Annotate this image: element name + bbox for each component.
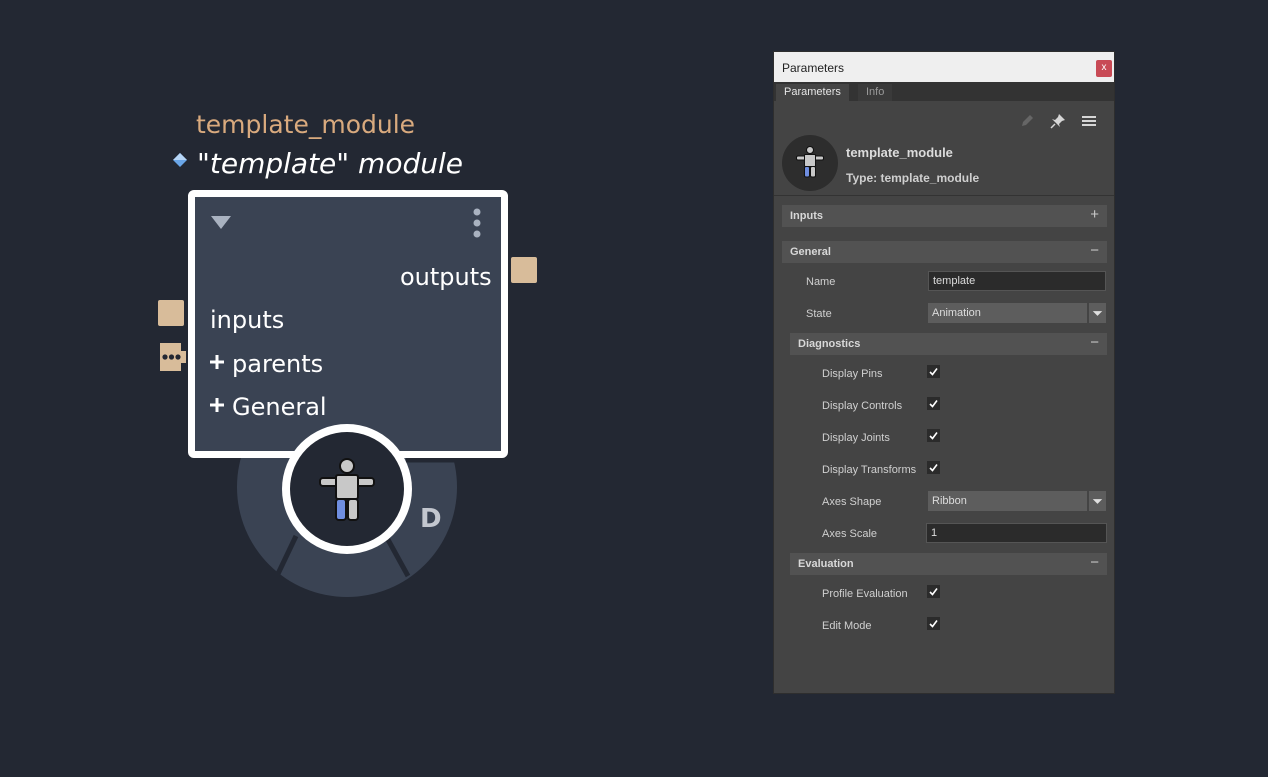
divider <box>774 195 1114 196</box>
state-select[interactable]: Animation <box>928 303 1087 323</box>
section-diagnostics[interactable]: Diagnostics − <box>790 333 1107 355</box>
parents-label: parents <box>232 350 324 378</box>
section-general-label: General <box>790 246 831 258</box>
collapse-icon[interactable]: − <box>1090 554 1099 571</box>
axes-scale-field[interactable] <box>926 523 1107 543</box>
general-label: General <box>232 393 327 421</box>
plus-icon[interactable] <box>210 355 224 369</box>
module-type: Type: template_module <box>846 171 980 185</box>
input-port[interactable] <box>158 300 184 326</box>
pencil-icon[interactable] <box>1019 113 1035 129</box>
chevron-down-icon[interactable] <box>1088 303 1106 323</box>
section-evaluation-label: Evaluation <box>798 558 854 570</box>
collapse-triangle-icon[interactable] <box>210 214 232 230</box>
module-avatar-small <box>782 135 838 191</box>
parents-row[interactable]: parents <box>210 350 323 378</box>
display-controls-checkbox[interactable] <box>927 397 940 410</box>
diamond-icon <box>173 153 187 167</box>
display-pins-checkbox[interactable] <box>927 365 940 378</box>
chevron-down-icon[interactable] <box>1088 491 1106 511</box>
tab-info[interactable]: Info <box>858 84 893 101</box>
tab-parameters[interactable]: Parameters <box>776 84 849 101</box>
axes-shape-label: Axes Shape <box>822 496 882 508</box>
tab-bar: Parameters Info <box>774 82 1114 101</box>
outputs-label: outputs <box>400 263 492 291</box>
profile-evaluation-checkbox[interactable] <box>927 585 940 598</box>
name-field[interactable] <box>928 271 1106 291</box>
module-node[interactable]: outputs inputs parents General <box>188 190 508 458</box>
module-name: template_module <box>846 145 953 160</box>
profile-evaluation-label: Profile Evaluation <box>822 588 908 600</box>
hamburger-menu-icon[interactable] <box>1081 113 1097 129</box>
section-inputs[interactable]: Inputs + <box>782 205 1107 227</box>
general-row[interactable]: General <box>210 393 327 421</box>
display-transforms-checkbox[interactable] <box>927 461 940 474</box>
collapse-icon[interactable]: − <box>1090 242 1099 259</box>
display-joints-checkbox[interactable] <box>927 429 940 442</box>
node-name: template_module <box>196 110 416 139</box>
display-controls-label: Display Controls <box>822 400 903 412</box>
state-label: State <box>806 308 832 320</box>
edit-mode-checkbox[interactable] <box>927 617 940 630</box>
axes-shape-select[interactable]: Ribbon <box>928 491 1087 511</box>
panel-titlebar[interactable]: Parameters x <box>774 52 1114 82</box>
axes-scale-label: Axes Scale <box>822 528 878 540</box>
module-avatar[interactable] <box>282 424 412 554</box>
name-label: Name <box>806 276 836 288</box>
person-icon <box>796 146 824 178</box>
pin-icon[interactable] <box>1050 113 1066 129</box>
section-inputs-label: Inputs <box>790 210 823 222</box>
section-evaluation[interactable]: Evaluation − <box>790 553 1107 575</box>
close-button[interactable]: x <box>1096 60 1112 77</box>
display-pins-label: Display Pins <box>822 368 883 380</box>
section-general[interactable]: General − <box>782 241 1107 263</box>
parameters-panel: Parameters x Parameters Info template_mo… <box>773 51 1115 694</box>
parents-port-icon[interactable] <box>158 342 186 372</box>
output-port[interactable] <box>511 257 537 283</box>
inputs-label: inputs <box>210 306 285 334</box>
badge-d[interactable]: D <box>420 504 442 534</box>
collapse-icon[interactable]: − <box>1090 334 1099 351</box>
person-icon <box>319 458 375 521</box>
display-transforms-label: Display Transforms <box>822 464 917 476</box>
edit-mode-label: Edit Mode <box>822 620 872 632</box>
display-joints-label: Display Joints <box>822 432 890 444</box>
menu-dots-icon[interactable] <box>472 208 482 238</box>
plus-icon[interactable] <box>210 398 224 412</box>
section-diagnostics-label: Diagnostics <box>798 338 861 350</box>
panel-title: Parameters <box>782 61 845 75</box>
node-title: "template" module <box>197 147 463 180</box>
expand-icon[interactable]: + <box>1090 206 1099 223</box>
